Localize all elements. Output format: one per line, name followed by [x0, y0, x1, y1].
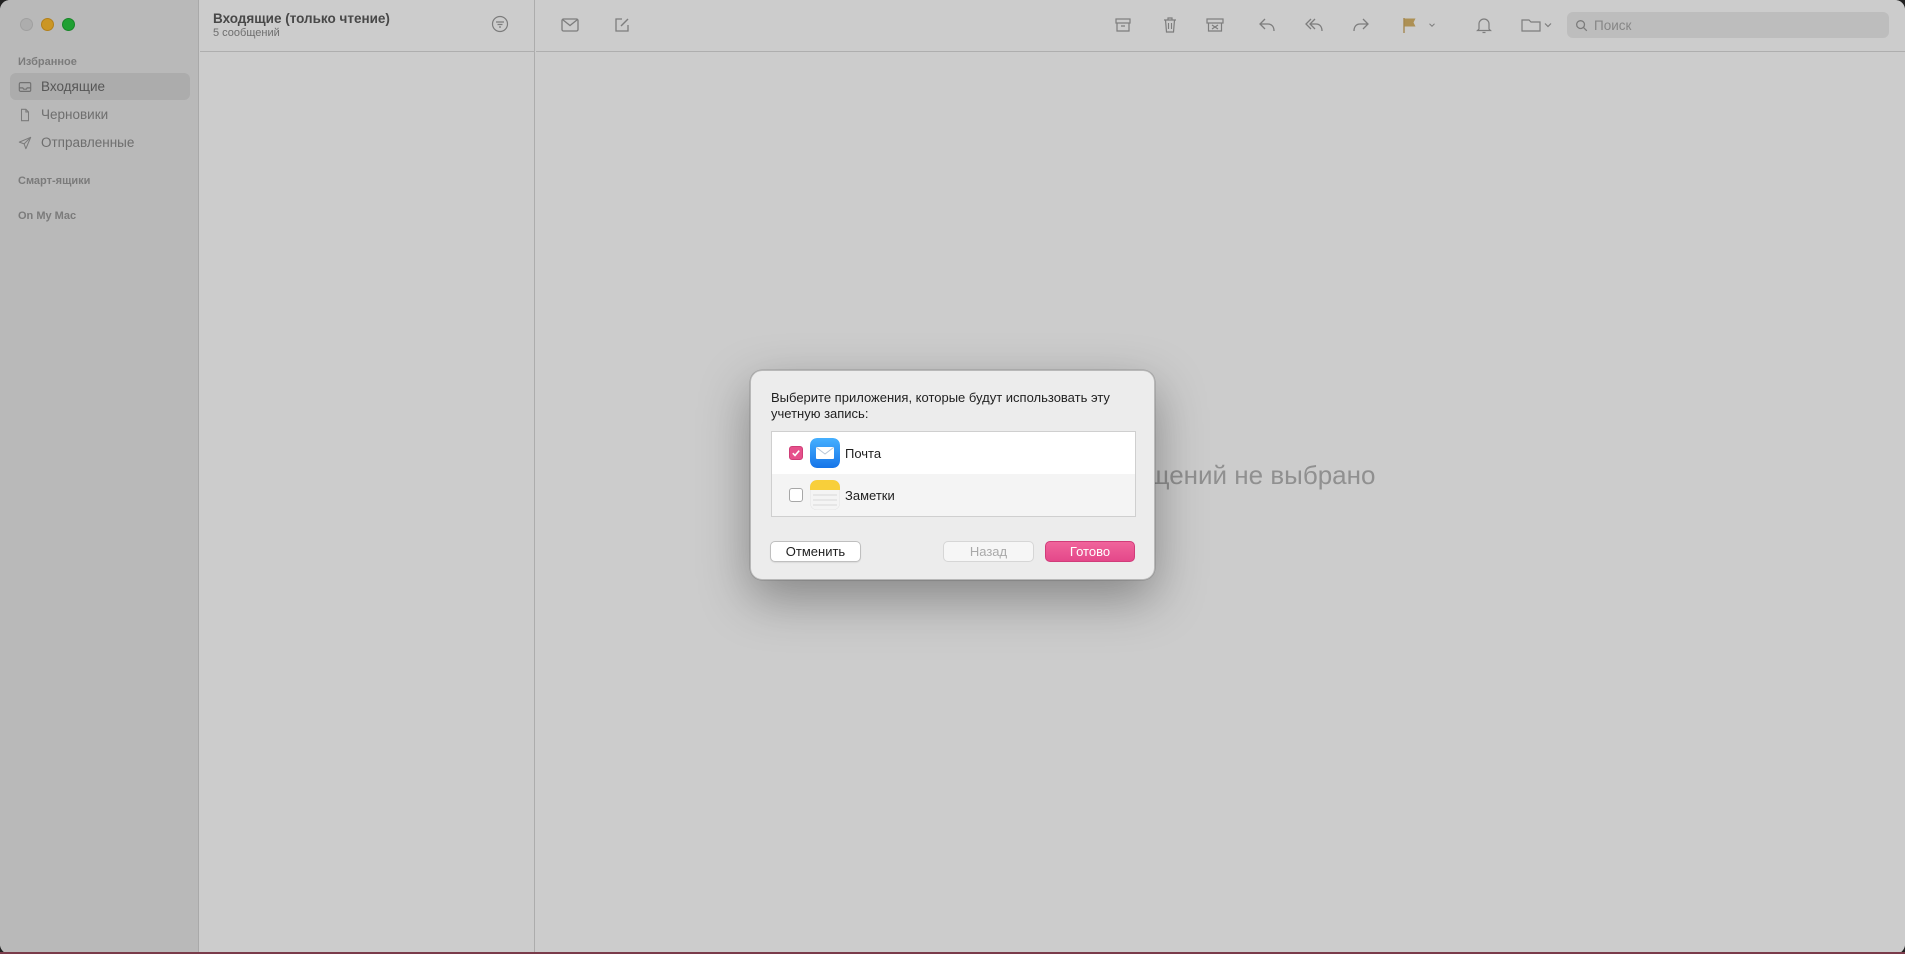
- notes-app-icon: [810, 480, 840, 510]
- app-list: Почта Заметки: [771, 431, 1136, 517]
- mail-app-icon: [810, 438, 840, 468]
- back-button[interactable]: Назад: [943, 541, 1034, 562]
- dialog-prompt: Выберите приложения, которые будут испол…: [771, 390, 1110, 421]
- app-name: Заметки: [845, 487, 895, 503]
- cancel-button[interactable]: Отменить: [770, 541, 861, 562]
- notes-checkbox[interactable]: [789, 488, 803, 502]
- app-row-notes[interactable]: Заметки: [772, 474, 1135, 516]
- app-name: Почта: [845, 445, 882, 461]
- done-button[interactable]: Готово: [1045, 541, 1135, 562]
- account-apps-dialog: Выберите приложения, которые будут испол…: [750, 370, 1155, 580]
- app-row-mail[interactable]: Почта: [772, 432, 1135, 474]
- mail-checkbox[interactable]: [789, 446, 803, 460]
